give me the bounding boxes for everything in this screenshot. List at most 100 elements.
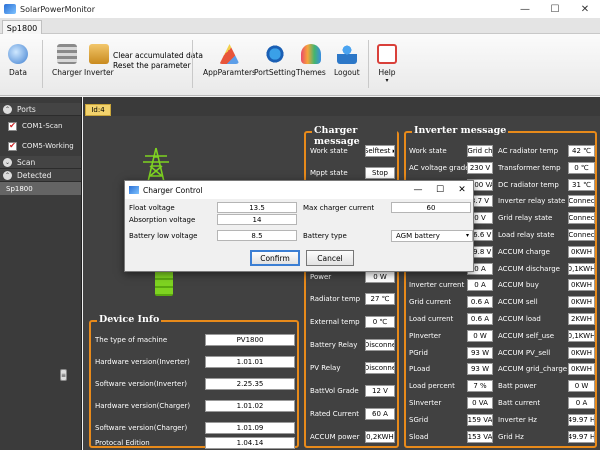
inverter-left-value: 0 A: [467, 279, 493, 292]
com5-checkbox[interactable]: ✔: [8, 141, 17, 151]
absorption-voltage-input[interactable]: 14: [217, 214, 297, 225]
sidebar: ⌃ Ports ✔ COM1-Scan ✔ COM5-Working ⌄ Sca…: [0, 97, 82, 450]
inverter-left-row: Grid current 0.6 A: [409, 296, 493, 309]
battvol-grade-value: 12 V: [365, 385, 395, 397]
port-setting-button[interactable]: PortSetting: [254, 44, 296, 77]
dialog-minimize-button[interactable]: —: [407, 181, 429, 199]
inverter-left-row: Inverter current 0 A: [409, 279, 493, 292]
inverter-right-row: ACCUM self_use 0,1KWH: [498, 329, 595, 342]
dialog-maximize-button[interactable]: ☐: [429, 181, 451, 199]
inverter-left-row: Load current 0.6 A: [409, 313, 493, 325]
battery-type-select[interactable]: AGM battery ▾: [391, 230, 473, 242]
inverter-left-row: SGrid 159 VA: [409, 413, 493, 426]
help-button[interactable]: Help ▾: [377, 44, 397, 84]
inverter-left-row: PInverter 0 W: [409, 329, 493, 342]
inverter-right-value: 0 ℃: [568, 161, 595, 174]
ribbon: Data Charger Inverter Clear accumulated …: [0, 34, 600, 96]
sidebar-item-com5[interactable]: ✔ COM5-Working: [0, 136, 81, 156]
pv-relay-value: Disconne: [365, 362, 395, 374]
inverter-left-value: 93 W: [467, 346, 493, 359]
inverter-left-row: SInverter 0 VA: [409, 397, 493, 409]
themes-button[interactable]: Themes: [296, 44, 326, 77]
inverter-right-value: 31 ℃: [568, 178, 595, 191]
inverter-right-row: Grid Hz 49.97 H: [498, 430, 595, 443]
inverter-button[interactable]: Inverter: [84, 44, 114, 77]
inverter-left-row: PGrid 93 W: [409, 346, 493, 359]
scan-label: Scan: [17, 157, 36, 167]
float-voltage-input[interactable]: 13.5: [217, 202, 297, 213]
external-temp-value: 0 ℃: [365, 316, 395, 328]
minimize-button[interactable]: —: [510, 0, 540, 18]
inverter-button-label: Inverter: [84, 68, 114, 77]
splitter-handle[interactable]: ≡: [60, 369, 67, 381]
inverter-left-value: 159 VA: [467, 413, 493, 426]
inverter-right-row: ACCUM buy 0KWH: [498, 279, 595, 292]
main-area: Id:4 Device Info The type of machine PV1…: [83, 97, 600, 450]
detected-group-header[interactable]: ⌃ Detected: [0, 169, 81, 182]
inverter-right-value: 0KWH: [568, 279, 595, 292]
com1-checkbox[interactable]: ✔: [8, 121, 17, 131]
inverter-right-row: Grid relay state Connec: [498, 212, 595, 225]
inverter-left-value: 93 W: [467, 363, 493, 376]
battery-low-voltage-input[interactable]: 8.5: [217, 230, 297, 241]
inverter-right-row: Load relay state Connec: [498, 229, 595, 241]
sidebar-item-sp1800[interactable]: Sp1800: [0, 182, 81, 195]
charger-control-dialog: Charger Control — ☐ ✕ Float voltage 13.5…: [124, 180, 474, 272]
maximize-button[interactable]: ☐: [540, 0, 570, 18]
inverter-right-row: ACCUM sell 0KWH: [498, 296, 595, 309]
inverter-left-value: 0 VA: [467, 397, 493, 409]
sidebar-item-com1[interactable]: ✔ COM1-Scan: [0, 116, 81, 136]
charger-button[interactable]: Charger: [52, 44, 82, 77]
inverter-left-value: 7 %: [467, 380, 493, 393]
device-info-row: Software version(Inverter) 2.25.35: [95, 378, 295, 390]
app-icon: [4, 4, 16, 14]
confirm-button[interactable]: Confirm: [250, 250, 300, 266]
chevron-up-icon: ⌃: [3, 104, 12, 114]
protocol-edition-value: 1.04.14: [205, 437, 295, 449]
charger-row: External temp 0 ℃: [310, 316, 395, 328]
inverter-right-value: 0KWH: [568, 296, 595, 309]
device-info-row: Software version(Charger) 1.01.09: [95, 422, 295, 434]
ports-group-header[interactable]: ⌃ Ports: [0, 103, 81, 116]
absorption-voltage-label: Absorption voltage: [129, 215, 196, 224]
scan-group-header[interactable]: ⌄ Scan: [0, 156, 81, 169]
inverter-right-value: 2KWH: [568, 313, 595, 325]
chevron-up-icon: ⌃: [3, 170, 12, 180]
charger-row: Radiator temp 27 ℃: [310, 293, 395, 305]
inverter-right-row: ACCUM load 2KWH: [498, 313, 595, 325]
inverter-left-row: Work state Grid ch: [409, 145, 493, 157]
logout-label: Logout: [334, 68, 360, 77]
inverter-right-row: ACCUM PV_sell 0KWH: [498, 346, 595, 359]
sw-charger-value: 1.01.09: [205, 422, 295, 434]
window-title: SolarPowerMonitor: [20, 4, 95, 14]
data-button[interactable]: Data: [8, 44, 28, 77]
app-parameters-button[interactable]: AppParamters: [203, 44, 256, 77]
charger-row: Work state Selftest ▸: [310, 145, 395, 157]
max-charger-current-label: Max charger current: [303, 203, 375, 212]
chevron-down-icon: ▾: [385, 77, 389, 84]
chevron-down-icon: ▾: [465, 232, 469, 239]
ribbon-separator: [42, 40, 43, 88]
rated-current-value: 60 A: [365, 408, 395, 420]
close-button[interactable]: ✕: [570, 0, 600, 18]
battery-type-value: AGM battery: [396, 232, 440, 240]
machine-type-value: PV1800: [205, 334, 295, 346]
charger-work-state-value: Selftest ▸: [365, 145, 395, 157]
com5-label: COM5-Working: [22, 142, 74, 150]
app-icon: [129, 186, 139, 194]
logout-button[interactable]: Logout: [334, 44, 360, 77]
ribbon-tab-sp1800[interactable]: Sp1800: [2, 20, 42, 35]
inverter-left-row: PLoad 93 W: [409, 363, 493, 376]
cancel-button[interactable]: Cancel: [306, 250, 354, 266]
document-tab-id4[interactable]: Id:4: [85, 104, 111, 116]
battery-relay-value: Disconne: [365, 339, 395, 351]
inverter-right-row: Batt current 0 A: [498, 397, 595, 409]
inverter-message-panel: Inverter message Work state Grid ch AC rad…: [404, 125, 597, 448]
dialog-close-button[interactable]: ✕: [451, 181, 473, 199]
max-charger-current-input[interactable]: 60: [391, 202, 471, 213]
inverter-right-value: 49.97 H: [568, 413, 595, 426]
reset-parameter-button[interactable]: Reset the parameter: [113, 61, 191, 70]
inverter-right-value: Connec: [568, 229, 595, 241]
themes-label: Themes: [296, 68, 326, 77]
clear-accumulated-data-button[interactable]: Clear accumulated data: [113, 51, 203, 60]
